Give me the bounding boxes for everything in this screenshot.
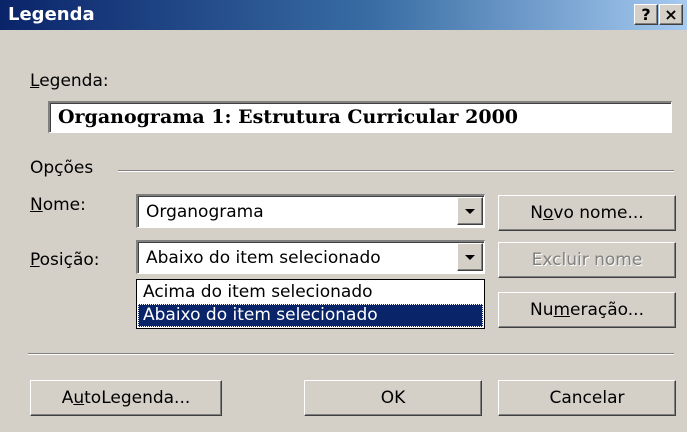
position-label: Posição: (30, 250, 100, 270)
separator (28, 353, 674, 355)
delete-name-button: Excluir nome (498, 242, 676, 278)
help-button[interactable]: ? (634, 4, 658, 25)
caption-input[interactable]: Organograma 1: Estrutura Curricular 2000 (48, 101, 672, 133)
caption-label: Legenda: (30, 71, 109, 91)
caption-dialog: Legenda ? × Legenda: Organograma 1: Estr… (0, 0, 687, 432)
caption-label-text: egenda: (39, 71, 109, 91)
autocaption-button[interactable]: AutoLegenda... (30, 380, 222, 416)
title-bar[interactable]: Legenda ? × (0, 0, 687, 30)
position-label-hotkey: P (30, 250, 40, 270)
position-dropdown-arrow-icon[interactable] (457, 243, 483, 271)
name-combobox[interactable]: Organograma (136, 194, 485, 228)
name-label-text: ome: (42, 195, 86, 215)
position-dropdown-list[interactable]: Acima do item selecionado Abaixo do item… (136, 279, 485, 329)
new-name-button[interactable]: Novo nome... (498, 195, 676, 231)
position-combobox[interactable]: Abaixo do item selecionado (136, 240, 485, 274)
name-dropdown-arrow-icon[interactable] (457, 197, 483, 225)
options-group-label: Opções (30, 158, 94, 178)
name-label: Nome: (30, 195, 86, 215)
ok-button[interactable]: OK (304, 380, 482, 416)
close-button[interactable]: × (659, 4, 683, 25)
options-group-line (118, 170, 674, 172)
dropdown-option-below[interactable]: Abaixo do item selecionado (138, 304, 483, 327)
name-label-hotkey: N (30, 195, 43, 215)
name-combobox-value: Organograma (146, 202, 264, 222)
numbering-button[interactable]: Numeração... (498, 292, 676, 328)
window-title: Legenda (8, 4, 95, 25)
cancel-button[interactable]: Cancelar (498, 380, 676, 416)
caption-label-hotkey: L (30, 71, 40, 91)
position-label-text: osição: (39, 250, 100, 270)
dropdown-option-above[interactable]: Acima do item selecionado (138, 281, 483, 304)
position-combobox-value: Abaixo do item selecionado (146, 248, 381, 268)
